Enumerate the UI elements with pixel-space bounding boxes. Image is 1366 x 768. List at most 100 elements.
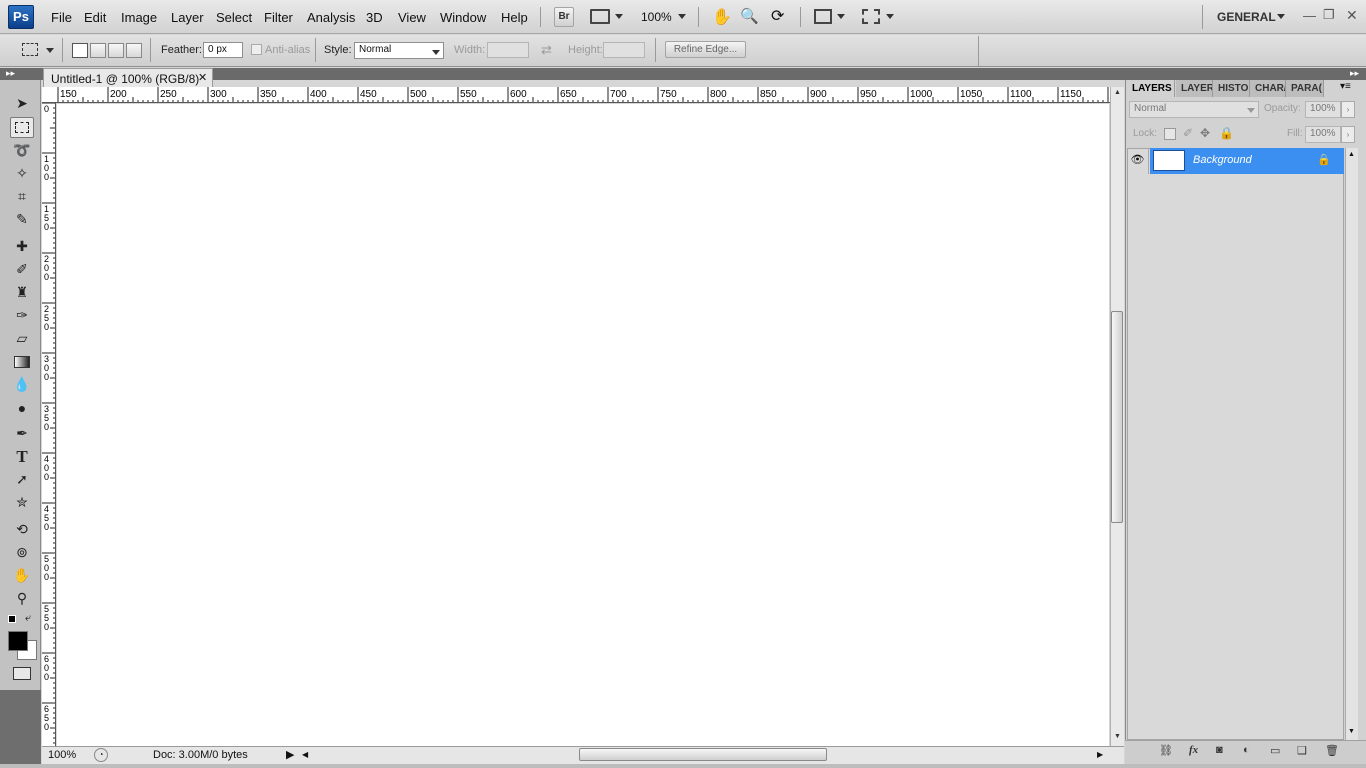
status-zoom[interactable]: 100% xyxy=(48,749,76,761)
3d-rotate-tool-icon[interactable]: ⟲ xyxy=(10,519,34,540)
brush-tool-icon[interactable]: ✐ xyxy=(10,259,34,280)
height-input[interactable] xyxy=(603,42,645,58)
zoom-tool-icon[interactable]: ⚲ xyxy=(10,588,34,609)
chevron-down-icon[interactable] xyxy=(46,48,54,53)
new-selection-icon[interactable] xyxy=(72,43,88,58)
blend-mode-select[interactable]: Normal xyxy=(1129,101,1259,118)
menu-analysis[interactable]: Analysis xyxy=(307,10,355,25)
fill-input[interactable]: 100% xyxy=(1305,126,1341,143)
foreground-color-swatch[interactable] xyxy=(8,631,28,651)
lock-all-icon[interactable]: 🔒 xyxy=(1219,126,1234,140)
tab-character[interactable]: CHAR/ xyxy=(1250,80,1286,97)
layer-style-icon[interactable]: fx xyxy=(1189,744,1198,756)
scroll-down-icon[interactable]: ▼ xyxy=(1114,733,1121,740)
hand-tool-icon[interactable]: ✋ xyxy=(10,565,34,586)
width-input[interactable] xyxy=(487,42,529,58)
restore-icon[interactable]: ❐ xyxy=(1323,7,1335,23)
healing-brush-tool-icon[interactable]: ✚ xyxy=(10,236,34,257)
scroll-down-icon[interactable]: ▼ xyxy=(1348,728,1355,735)
zoom-tool-icon[interactable]: 🔍 xyxy=(740,7,759,25)
status-menu-arrow-icon[interactable]: ▶ xyxy=(286,748,294,761)
quick-mask-icon[interactable] xyxy=(13,667,31,680)
chevron-down-icon[interactable] xyxy=(837,14,845,19)
bridge-button[interactable]: Br xyxy=(554,7,574,27)
menu-select[interactable]: Select xyxy=(216,10,252,25)
menu-window[interactable]: Window xyxy=(440,10,486,25)
view-extras-icon[interactable] xyxy=(590,9,610,24)
arrange-documents-icon[interactable] xyxy=(814,9,832,24)
add-to-selection-icon[interactable] xyxy=(90,43,106,58)
lasso-tool-icon[interactable]: ➰ xyxy=(10,140,34,161)
path-selection-tool-icon[interactable]: ➚ xyxy=(10,469,34,490)
delete-layer-icon[interactable]: 🗑 xyxy=(1325,744,1339,757)
close-icon[interactable]: ✕ xyxy=(1346,7,1358,24)
workspace-switcher[interactable]: GENERAL xyxy=(1217,10,1276,24)
magic-wand-tool-icon[interactable]: ✧ xyxy=(10,163,34,184)
menu-3d[interactable]: 3D xyxy=(366,10,383,25)
eyedropper-tool-icon[interactable]: ✎ xyxy=(10,209,34,230)
default-colors-icon[interactable] xyxy=(8,615,16,623)
new-layer-icon[interactable]: ❑ xyxy=(1297,744,1307,757)
menu-image[interactable]: Image xyxy=(121,10,157,25)
3d-orbit-tool-icon[interactable]: ⊚ xyxy=(10,542,34,563)
tab-paragraph[interactable]: PARA( xyxy=(1286,80,1324,97)
type-tool-icon[interactable]: T xyxy=(10,446,34,467)
lock-transparent-icon[interactable] xyxy=(1164,128,1176,140)
move-tool-icon[interactable]: ➤ xyxy=(10,93,34,114)
marquee-preset-icon[interactable] xyxy=(22,43,38,56)
fill-slider-arrow-icon[interactable]: › xyxy=(1341,126,1355,143)
rectangular-marquee-tool-icon[interactable] xyxy=(10,117,34,138)
horizontal-scroll-thumb[interactable] xyxy=(579,748,827,761)
menu-filter[interactable]: Filter xyxy=(264,10,293,25)
layer-name[interactable]: Background xyxy=(1193,154,1252,166)
gradient-tool-icon[interactable] xyxy=(10,351,34,372)
blur-tool-icon[interactable]: 💧 xyxy=(10,374,34,395)
menu-help[interactable]: Help xyxy=(501,10,528,25)
scroll-left-icon[interactable]: ◀ xyxy=(302,750,308,759)
chevron-down-icon[interactable] xyxy=(886,14,894,19)
scroll-right-icon[interactable]: ▶ xyxy=(1097,750,1103,759)
clone-stamp-tool-icon[interactable]: ♜ xyxy=(10,282,34,303)
chevron-down-icon[interactable] xyxy=(678,14,686,19)
menu-layer[interactable]: Layer xyxy=(171,10,204,25)
swap-colors-icon[interactable]: ⤶ xyxy=(25,612,31,625)
minimize-icon[interactable]: — xyxy=(1303,8,1316,23)
crop-tool-icon[interactable]: ⌗ xyxy=(10,186,34,207)
layer-row[interactable]: Background 🔒 xyxy=(1150,148,1344,174)
refine-edge-button[interactable]: Refine Edge... xyxy=(665,41,746,58)
antialias-checkbox[interactable] xyxy=(251,44,262,55)
menu-view[interactable]: View xyxy=(398,10,426,25)
lock-position-icon[interactable]: ✥ xyxy=(1200,126,1210,140)
visibility-eye-icon[interactable]: 👁 xyxy=(1127,148,1149,174)
panel-menu-icon[interactable]: ▾≡ xyxy=(1340,81,1351,92)
custom-shape-tool-icon[interactable]: ✮ xyxy=(10,492,34,513)
screen-mode-icon[interactable] xyxy=(862,9,880,24)
menu-edit[interactable]: Edit xyxy=(84,10,106,25)
add-mask-icon[interactable]: ◙ xyxy=(1216,744,1223,756)
panel-scrollbar[interactable]: ▲ ▼ xyxy=(1345,148,1358,740)
menu-file[interactable]: File xyxy=(51,10,72,25)
collapse-panels-icon[interactable]: ▸▸ xyxy=(1350,68,1359,79)
chevron-down-icon[interactable] xyxy=(1277,14,1285,19)
tab-layers[interactable]: LAYERS xyxy=(1127,80,1175,97)
chevron-down-icon[interactable] xyxy=(1247,108,1255,113)
zoom-level[interactable]: 100% xyxy=(641,10,672,24)
rotate-view-icon[interactable]: ⟳ xyxy=(771,6,784,26)
chevron-down-icon[interactable] xyxy=(432,50,440,55)
opacity-slider-arrow-icon[interactable]: › xyxy=(1341,101,1355,118)
scroll-up-icon[interactable]: ▲ xyxy=(1114,89,1121,96)
hand-tool-icon[interactable]: ✋ xyxy=(712,7,732,27)
eraser-tool-icon[interactable]: ▱ xyxy=(10,328,34,349)
pen-tool-icon[interactable]: ✒ xyxy=(10,423,34,444)
intersect-selection-icon[interactable] xyxy=(126,43,142,58)
lock-image-icon[interactable]: ✐ xyxy=(1183,126,1193,140)
adjustment-layer-icon[interactable]: ◐ xyxy=(1243,744,1250,756)
close-tab-icon[interactable]: ✕ xyxy=(198,71,207,84)
feather-input[interactable]: 0 px xyxy=(203,42,243,58)
document-tab[interactable]: Untitled-1 @ 100% (RGB/8) ✕ xyxy=(43,68,213,87)
scroll-up-icon[interactable]: ▲ xyxy=(1348,151,1355,158)
swap-icon[interactable]: ⇄ xyxy=(541,42,552,58)
vertical-scroll-thumb[interactable] xyxy=(1111,311,1123,523)
opacity-input[interactable]: 100% xyxy=(1305,101,1341,118)
status-info-icon[interactable]: ◔ xyxy=(94,748,108,762)
